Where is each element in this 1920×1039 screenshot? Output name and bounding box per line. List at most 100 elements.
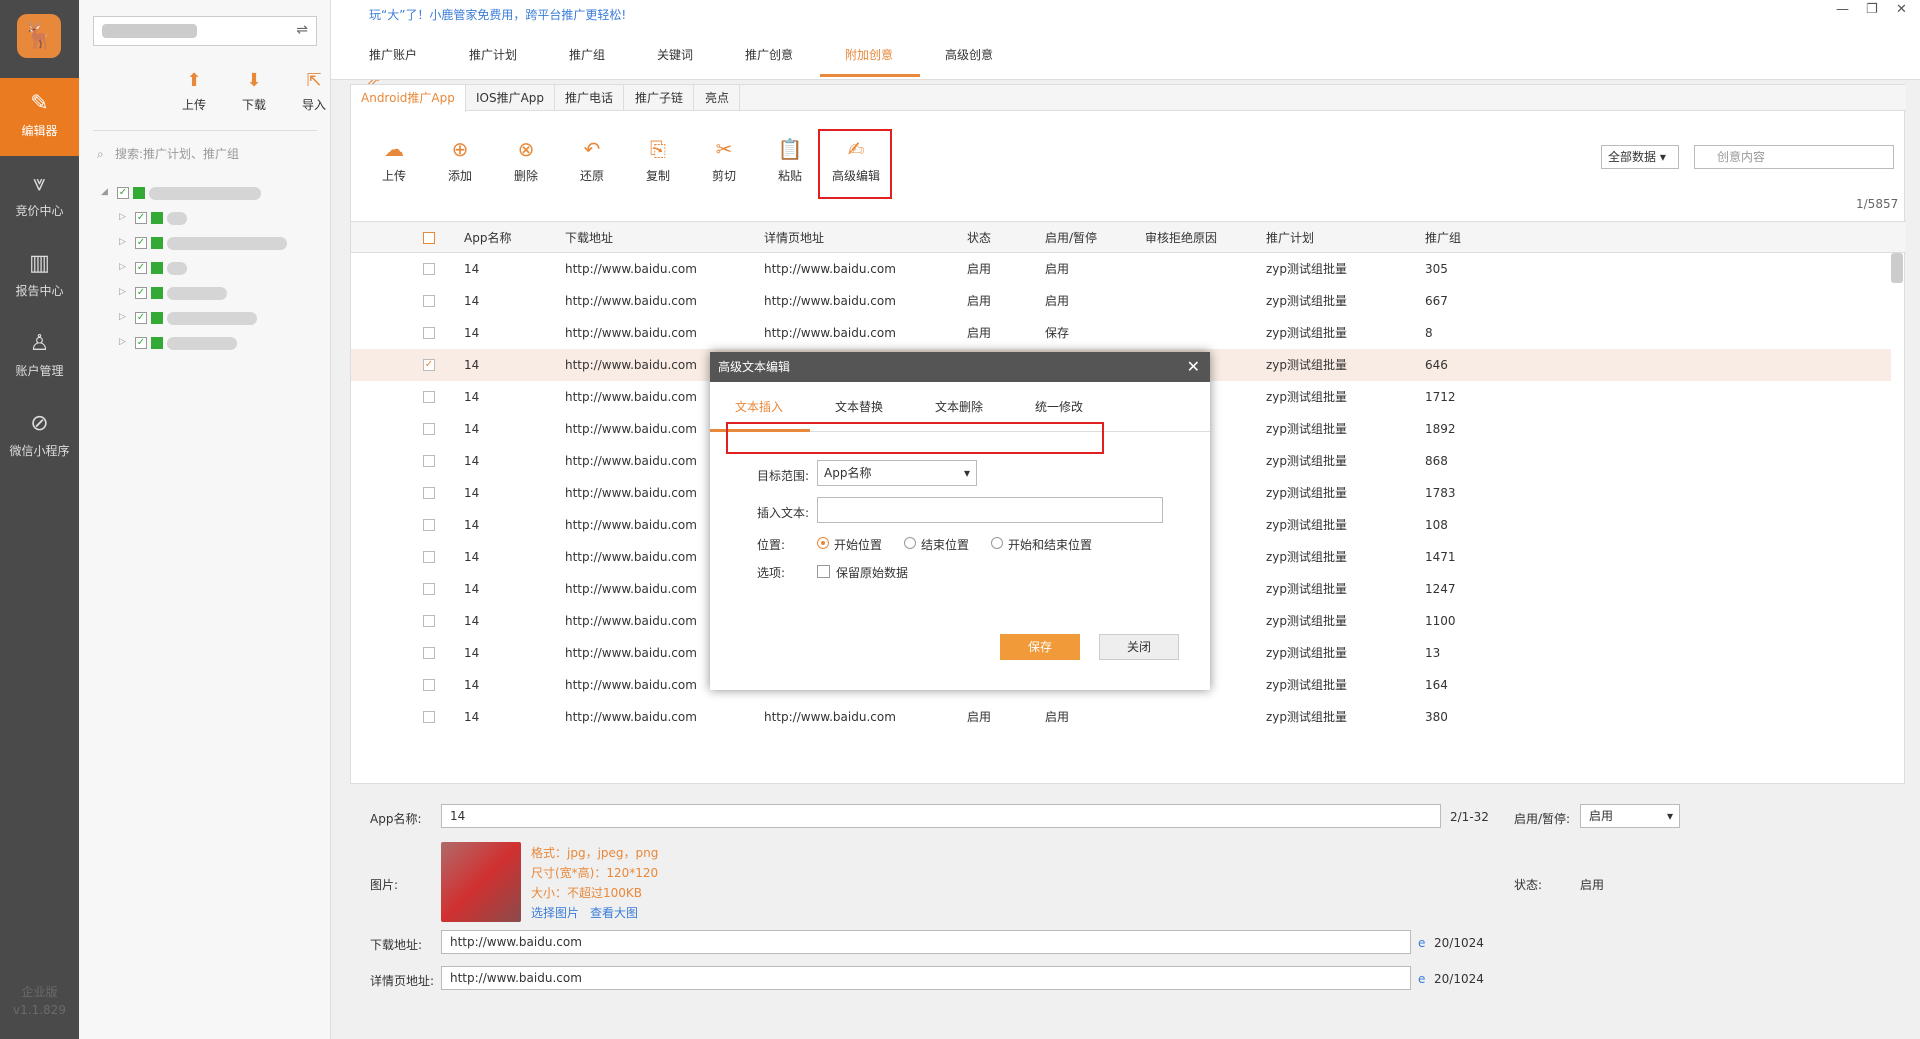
sidebar-item-accounts[interactable]: ♙ 账户管理 xyxy=(0,318,79,396)
range-select[interactable]: App名称 ▾ xyxy=(817,460,977,486)
tree-checkbox[interactable]: ✓ xyxy=(135,212,147,224)
row-checkbox[interactable] xyxy=(423,711,435,723)
row-checkbox[interactable] xyxy=(423,519,435,531)
collapse-icon[interactable]: ▷ xyxy=(119,337,126,347)
col-plan[interactable]: 推广计划 xyxy=(1266,222,1314,254)
col-reject-reason[interactable]: 审核拒绝原因 xyxy=(1145,222,1217,254)
creative-search-input[interactable]: 创意内容 xyxy=(1694,145,1894,169)
close-icon[interactable]: ✕ xyxy=(1896,2,1907,17)
grid-scrollbar[interactable] xyxy=(1891,253,1903,283)
row-checkbox[interactable] xyxy=(423,263,435,275)
download-button[interactable]: ⬇ 下载 xyxy=(230,70,278,113)
keep-original-checkbox[interactable] xyxy=(817,565,830,578)
tab-advanced-creatives[interactable]: 高级创意 xyxy=(945,46,993,63)
sidebar-item-reports[interactable]: ▥ 报告中心 xyxy=(0,238,79,316)
close-icon[interactable]: ✕ xyxy=(1187,357,1200,376)
sidebar-item-wechat[interactable]: ⊘ 微信小程序 xyxy=(0,398,79,476)
upload-button[interactable]: ⬆ 上传 xyxy=(170,70,218,113)
paste-button[interactable]: 📋 粘贴 xyxy=(765,137,815,184)
tab-accounts[interactable]: 推广账户 xyxy=(369,46,417,63)
row-checkbox[interactable] xyxy=(423,615,435,627)
table-row[interactable]: 14 http://www.baidu.com http://www.baidu.c… xyxy=(351,701,1891,733)
keep-original-label[interactable]: 保留原始数据 xyxy=(836,564,908,581)
radio-end-label[interactable]: 结束位置 xyxy=(921,536,969,553)
col-detail-url[interactable]: 详情页地址 xyxy=(764,222,824,254)
minimize-icon[interactable]: — xyxy=(1836,2,1849,17)
collapse-icon[interactable]: ▷ xyxy=(119,237,126,247)
subtab-phone[interactable]: 推广电话 xyxy=(555,85,625,111)
app-name-input[interactable]: 14 xyxy=(441,804,1441,828)
select-image-link[interactable]: 选择图片 xyxy=(531,904,579,921)
col-group[interactable]: 推广组 xyxy=(1425,222,1461,254)
radio-both-label[interactable]: 开始和结束位置 xyxy=(1008,536,1092,553)
row-checkbox[interactable] xyxy=(423,327,435,339)
ie-icon[interactable]: e xyxy=(1418,936,1425,950)
add-button[interactable]: ⊕ 添加 xyxy=(435,137,485,184)
collapse-icon[interactable]: ▷ xyxy=(119,262,126,272)
account-switcher[interactable]: ⇌ xyxy=(93,16,317,46)
tab-keywords[interactable]: 关键词 xyxy=(657,46,693,63)
data-filter-select[interactable]: 全部数据 ▾ xyxy=(1601,145,1679,169)
save-button[interactable]: 保存 xyxy=(1000,634,1080,660)
tree-checkbox[interactable]: ✓ xyxy=(135,312,147,324)
tree-search-input[interactable]: ⌕ 搜索:推广计划、推广组 xyxy=(93,142,317,166)
status-toggle-select[interactable]: 启用 ▾ xyxy=(1580,804,1680,828)
subtab-highlight[interactable]: 亮点 xyxy=(695,85,741,111)
table-row[interactable]: 14 http://www.baidu.com http://www.baidu.c… xyxy=(351,285,1891,317)
col-enable-pause[interactable]: 启用/暂停 xyxy=(1045,222,1097,254)
detail-url-input[interactable]: http://www.baidu.com xyxy=(441,966,1411,990)
col-download-url[interactable]: 下载地址 xyxy=(565,222,613,254)
sidebar-item-editor[interactable]: ✎ 编辑器 xyxy=(0,78,79,156)
row-checkbox[interactable] xyxy=(423,679,435,691)
row-checkbox[interactable] xyxy=(423,487,435,499)
row-checkbox[interactable] xyxy=(423,391,435,403)
collapse-icon[interactable]: ▷ xyxy=(119,287,126,297)
radio-both[interactable] xyxy=(991,537,1003,549)
restore-button[interactable]: ↶ 还原 xyxy=(567,137,617,184)
table-row[interactable]: 14 http://www.baidu.com http://www.baidu.c… xyxy=(351,317,1891,349)
promo-link[interactable]: 玩“大”了！小鹿管家免费用，跨平台推广更轻松! xyxy=(369,6,626,23)
tab-creatives[interactable]: 推广创意 xyxy=(745,46,793,63)
tree-checkbox[interactable]: ✓ xyxy=(135,287,147,299)
delete-button[interactable]: ⊗ 删除 xyxy=(501,137,551,184)
collapse-icon[interactable]: ▷ xyxy=(119,312,126,322)
tree-checkbox[interactable]: ✓ xyxy=(135,237,147,249)
ie-icon[interactable]: e xyxy=(1418,972,1425,986)
radio-end[interactable] xyxy=(904,537,916,549)
tab-groups[interactable]: 推广组 xyxy=(569,46,605,63)
table-row[interactable]: 14 http://www.baidu.com http://www.baidu.c… xyxy=(351,253,1891,285)
row-checkbox[interactable] xyxy=(423,647,435,659)
insert-text-input[interactable] xyxy=(817,497,1163,523)
radio-start-label[interactable]: 开始位置 xyxy=(834,536,882,553)
tab-plans[interactable]: 推广计划 xyxy=(469,46,517,63)
view-large-link[interactable]: 查看大图 xyxy=(590,904,638,921)
row-checkbox[interactable] xyxy=(423,551,435,563)
tree-checkbox[interactable]: ✓ xyxy=(135,262,147,274)
tab-extra-creatives[interactable]: 附加创意 xyxy=(845,46,893,63)
col-status[interactable]: 状态 xyxy=(967,222,991,254)
copy-button[interactable]: ⎘ 复制 xyxy=(633,137,683,184)
expand-icon[interactable]: ◢ xyxy=(101,187,108,197)
table-cell: 164 xyxy=(1425,678,1448,692)
row-checkbox[interactable] xyxy=(423,423,435,435)
download-url-input[interactable]: http://www.baidu.com xyxy=(441,930,1411,954)
radio-start[interactable] xyxy=(817,537,829,549)
close-button[interactable]: 关闭 xyxy=(1099,634,1179,660)
tree-checkbox[interactable]: ✓ xyxy=(135,337,147,349)
cut-button[interactable]: ✂ 剪切 xyxy=(699,137,749,184)
row-checkbox[interactable] xyxy=(423,583,435,595)
sidebar-item-bidding[interactable]: ⩔ 竞价中心 xyxy=(0,158,79,236)
row-checkbox[interactable] xyxy=(423,455,435,467)
upload-tool[interactable]: ☁ 上传 xyxy=(369,137,419,184)
subtab-android[interactable]: Android推广App xyxy=(351,85,466,112)
row-checkbox[interactable]: ✓ xyxy=(423,359,435,371)
row-checkbox[interactable] xyxy=(423,295,435,307)
tree-checkbox[interactable]: ✓ xyxy=(117,187,129,199)
restore-icon[interactable]: ❐ xyxy=(1866,2,1878,17)
subtab-sublink[interactable]: 推广子链 xyxy=(625,85,695,111)
col-app-name[interactable]: App名称 xyxy=(464,222,511,254)
select-all-checkbox[interactable] xyxy=(423,232,435,244)
subtab-ios[interactable]: IOS推广App xyxy=(466,85,556,111)
table-cell: zyp测试组批量 xyxy=(1266,646,1348,660)
collapse-icon[interactable]: ▷ xyxy=(119,212,126,222)
